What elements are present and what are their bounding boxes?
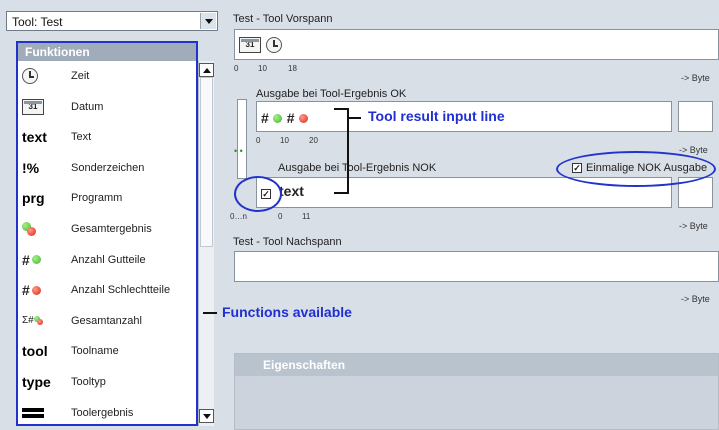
preamble-label: Test - Tool Vorspann <box>233 13 333 25</box>
nok-unit: -> Byte <box>679 221 708 231</box>
function-label: Tooltyp <box>71 375 106 388</box>
nok-range: 0…n <box>230 212 247 221</box>
function-item-date[interactable]: 31 Datum <box>18 92 180 123</box>
function-label: Text <box>71 131 92 144</box>
special-chars-icon: !% <box>22 159 40 176</box>
left-panel: Tool: Test Funktionen Zeit 31 Datum text… <box>0 0 222 430</box>
preamble-unit: -> Byte <box>681 73 710 83</box>
clock-icon <box>266 37 282 53</box>
function-item-good-count[interactable]: # Anzahl Gutteile <box>18 245 180 276</box>
function-label: Toolname <box>71 345 119 358</box>
function-item-program[interactable]: prg Programm <box>18 183 180 214</box>
checkbox-highlight-oval <box>234 176 282 212</box>
function-item-tool-type[interactable]: type Tooltyp <box>18 367 180 398</box>
tool-result-bracket <box>347 108 349 193</box>
function-label: Gesamtergebnis <box>71 222 152 235</box>
ok-tick: 10 <box>280 136 289 145</box>
output-link-bar: • • <box>234 99 247 179</box>
hash-icon: # <box>261 110 269 126</box>
function-item-text[interactable]: text Text <box>18 122 180 153</box>
clock-icon <box>22 67 52 85</box>
scrollbar-thumb[interactable] <box>200 77 213 247</box>
tool-result-callout: Tool result input line <box>368 108 505 124</box>
postamble-unit: -> Byte <box>681 294 710 304</box>
function-label: Anzahl Gutteile <box>71 253 146 266</box>
functions-scrollbar[interactable] <box>198 61 214 426</box>
tool-name-icon: tool <box>22 343 48 360</box>
calendar-icon: 31 <box>22 98 52 116</box>
ok-output-extra-field[interactable] <box>678 101 713 132</box>
overall-result-icon <box>22 220 52 238</box>
scroll-down-button[interactable] <box>199 409 214 423</box>
ok-output-label: Ausgabe bei Tool-Ergebnis OK <box>256 88 407 100</box>
tool-select-value: Tool: Test <box>12 15 63 29</box>
tool-result-bracket-tick <box>347 117 361 119</box>
ok-output-tokens: # # <box>261 110 308 126</box>
single-nok-highlight-oval <box>556 151 716 187</box>
function-label: Datum <box>71 100 104 113</box>
properties-header: Eigenschaften <box>235 354 718 376</box>
functions-callout-line <box>203 312 217 314</box>
functions-callout: Functions available <box>222 304 352 320</box>
preamble-field[interactable]: 31 <box>234 29 719 60</box>
green-dot-icon <box>272 113 282 123</box>
nok-tick: 11 <box>302 212 311 221</box>
functions-panel: Funktionen Zeit 31 Datum text Text !% So… <box>16 41 198 426</box>
program-icon: prg <box>22 190 45 207</box>
properties-panel: Eigenschaften <box>234 353 719 430</box>
good-count-icon: # <box>22 251 52 269</box>
preamble-tick: 0 <box>234 64 239 73</box>
nok-tick: 0 <box>278 212 283 221</box>
total-count-icon: Σ# <box>22 312 52 330</box>
function-label: Gesamtanzahl <box>71 314 142 327</box>
postamble-field[interactable] <box>234 251 719 282</box>
tool-result-bracket-bottom <box>334 192 349 194</box>
scroll-up-button[interactable] <box>199 63 214 77</box>
red-dot-icon <box>298 113 308 123</box>
ok-tick: 0 <box>256 136 261 145</box>
function-label: Toolergebnis <box>71 406 134 419</box>
function-item-overall-result[interactable]: Gesamtergebnis <box>18 214 180 245</box>
tool-result-icon <box>22 404 52 422</box>
functions-header: Funktionen <box>18 43 196 61</box>
calendar-icon: 31 <box>239 37 261 53</box>
function-label: Sonderzeichen <box>71 161 145 174</box>
tool-select[interactable]: Tool: Test <box>6 11 218 31</box>
function-label: Programm <box>71 192 123 205</box>
text-icon: text <box>22 129 47 146</box>
functions-list: Zeit 31 Datum text Text !% Sonderzeichen… <box>18 61 180 424</box>
bad-count-icon: # <box>22 281 52 299</box>
preamble-tick: 18 <box>288 64 297 73</box>
tool-result-bracket-top <box>334 108 349 110</box>
function-label: Zeit <box>71 70 90 82</box>
function-item-tool-name[interactable]: tool Toolname <box>18 336 180 367</box>
nok-output-label: Ausgabe bei Tool-Ergebnis NOK <box>278 162 437 174</box>
function-item-bad-count[interactable]: # Anzahl Schlechtteile <box>18 275 180 306</box>
function-label: Anzahl Schlechtteile <box>71 284 171 297</box>
function-item-total-count[interactable]: Σ# Gesamtanzahl <box>18 306 180 337</box>
preamble-tick: 10 <box>258 64 267 73</box>
ok-tick: 20 <box>309 136 318 145</box>
postamble-label: Test - Tool Nachspann <box>233 236 342 248</box>
output-editor: Test - Tool Vorspann 31 0 10 18 -> Byte … <box>222 0 719 430</box>
chevron-down-icon[interactable] <box>200 13 216 29</box>
tool-type-icon: type <box>22 373 51 390</box>
nok-output-text-token: text <box>279 183 304 199</box>
function-item-special-chars[interactable]: !% Sonderzeichen <box>18 153 180 184</box>
hash-icon: # <box>286 110 295 126</box>
function-item-time[interactable]: Zeit <box>18 61 180 92</box>
function-item-tool-result[interactable]: Toolergebnis <box>18 398 180 424</box>
